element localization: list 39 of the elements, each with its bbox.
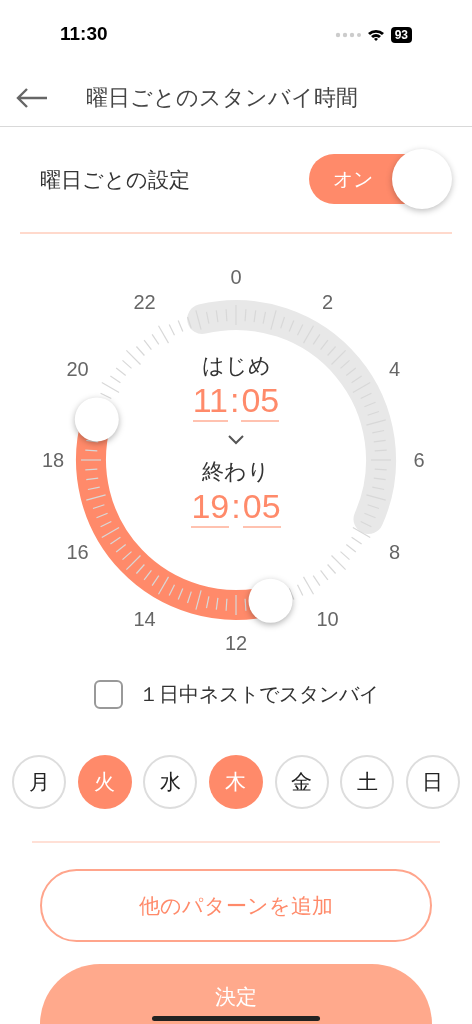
- checkbox-label: １日中ネストでスタンバイ: [138, 682, 379, 708]
- day-toggle[interactable]: 土: [340, 755, 395, 809]
- hour-label: 18: [41, 448, 65, 471]
- start-label: はじめ: [201, 351, 271, 380]
- back-arrow-icon: [16, 86, 48, 109]
- hour-label: 20: [66, 357, 89, 379]
- hour-label: 6: [413, 448, 425, 471]
- hour-label: 2: [321, 290, 334, 312]
- time-colon: :: [230, 379, 240, 421]
- status-time: 11:30: [60, 22, 108, 47]
- hour-label: 22: [133, 290, 156, 312]
- end-label: 終わり: [202, 457, 270, 486]
- hour-label: 4: [388, 357, 401, 379]
- day-toggle[interactable]: 金: [274, 755, 329, 809]
- confirm-button[interactable]: 決定: [40, 964, 432, 1024]
- page-title: 曜日ごとのスタンバイ時間: [86, 84, 358, 112]
- hour-label: 16: [66, 540, 89, 562]
- chevron-down-icon: [228, 434, 244, 445]
- hour-label: 12: [224, 631, 248, 654]
- hour-field[interactable]: 11: [192, 379, 228, 422]
- day-toggle[interactable]: 木: [208, 755, 263, 809]
- setting-label: 曜日ごとの設定: [40, 166, 190, 193]
- minute-field[interactable]: 05: [242, 485, 281, 528]
- add-pattern-button[interactable]: 他のパターンを追加: [40, 869, 432, 942]
- battery-icon: 93: [390, 26, 412, 43]
- day-toggle[interactable]: 月: [12, 755, 66, 809]
- hour-label: 14: [133, 607, 156, 629]
- hour-label: 8: [388, 540, 401, 562]
- day-toggle[interactable]: 水: [143, 755, 198, 809]
- time-colon: :: [231, 485, 241, 527]
- day-toggle[interactable]: 火: [77, 755, 132, 809]
- checkbox[interactable]: [93, 679, 123, 709]
- minute-field[interactable]: 05: [241, 379, 280, 422]
- signal-icon: [334, 31, 361, 38]
- day-toggle[interactable]: 日: [405, 755, 460, 809]
- hour-label: 0: [230, 265, 242, 288]
- wifi-icon: [366, 27, 385, 42]
- hour-field[interactable]: 19: [191, 485, 230, 528]
- hour-label: 10: [316, 607, 339, 629]
